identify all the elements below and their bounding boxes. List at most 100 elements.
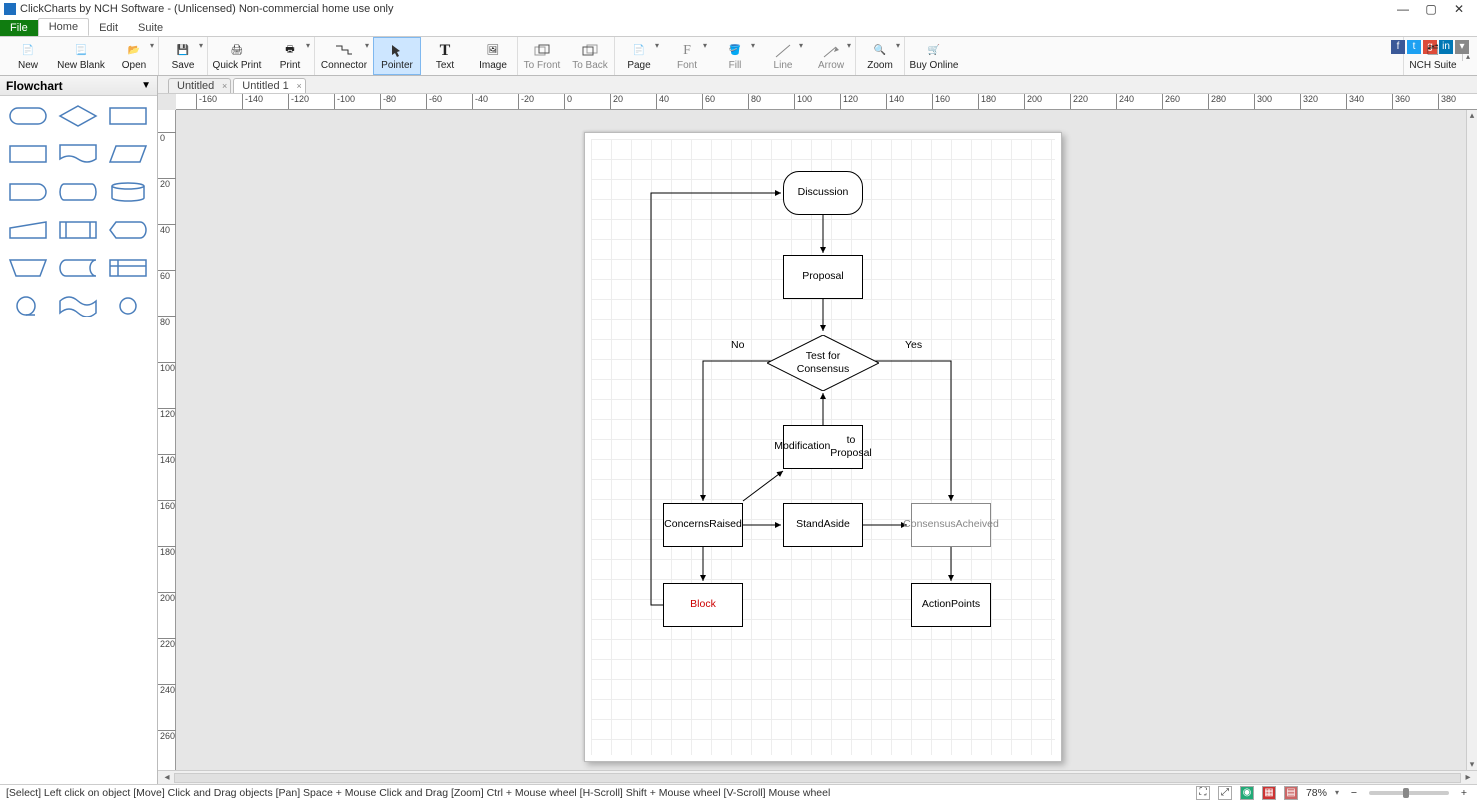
shape-card[interactable] xyxy=(6,140,50,168)
canvas-viewport[interactable]: Discussion Proposal Test forConsensus No… xyxy=(176,110,1466,770)
connector-button[interactable]: Connector▾ xyxy=(315,37,373,75)
status-bar: [Select] Left click on object [Move] Cli… xyxy=(0,784,1477,800)
zoom-slider[interactable] xyxy=(1369,791,1449,795)
close-icon[interactable]: × xyxy=(222,81,227,91)
shape-manual-op[interactable] xyxy=(6,254,50,282)
new-icon: 📄 xyxy=(18,42,38,60)
zoom-out-button[interactable]: − xyxy=(1347,787,1361,799)
status-icon-4[interactable]: ▦ xyxy=(1262,786,1276,800)
new-blank-button[interactable]: 📃New Blank xyxy=(52,37,110,75)
pointer-button[interactable]: Pointer xyxy=(373,37,421,75)
shape-sequential[interactable] xyxy=(6,292,50,320)
page-button[interactable]: 📄Page▾ xyxy=(615,37,663,75)
dropdown-icon[interactable]: ▾ xyxy=(845,41,853,50)
dropdown-icon[interactable]: ▾ xyxy=(701,41,709,50)
scrollbar-horizontal[interactable]: ◂ ▸ xyxy=(158,770,1477,784)
menu-home[interactable]: Home xyxy=(38,18,89,36)
shape-connector[interactable] xyxy=(106,292,150,320)
scroll-down-icon[interactable]: ▾ xyxy=(1467,759,1477,770)
shape-document[interactable] xyxy=(56,140,100,168)
node-modification[interactable]: Modificationto Proposal xyxy=(783,425,863,469)
shape-stored-data[interactable] xyxy=(56,254,100,282)
status-icon-1[interactable]: ⛶ xyxy=(1196,786,1210,800)
shape-direct-data[interactable] xyxy=(56,178,100,206)
print-button[interactable]: 🖶Print▾ xyxy=(266,37,314,75)
shape-process[interactable] xyxy=(106,102,150,130)
window-close[interactable]: ✕ xyxy=(1445,0,1473,18)
shape-tape[interactable] xyxy=(56,292,100,320)
node-test-consensus[interactable]: Test forConsensus xyxy=(767,335,879,391)
dropdown-icon[interactable]: ▾ xyxy=(148,41,156,50)
buy-online-button[interactable]: 🛒Buy Online xyxy=(905,37,963,75)
scroll-track[interactable] xyxy=(174,773,1461,783)
to-back-button[interactable]: To Back xyxy=(566,37,614,75)
dropdown-icon[interactable]: ▾ xyxy=(894,41,902,50)
zoom-button[interactable]: 🔍Zoom▾ xyxy=(856,37,904,75)
window-maximize[interactable]: ▢ xyxy=(1417,0,1445,18)
node-stand-aside[interactable]: StandAside xyxy=(783,503,863,547)
arrow-icon xyxy=(821,42,841,60)
ruler-horizontal: -160-140-120-100-80-60-40-20020406080100… xyxy=(176,94,1477,110)
image-button[interactable]: 🖼Image xyxy=(469,37,517,75)
doc-tab-untitled1[interactable]: Untitled 1× xyxy=(233,78,305,93)
dropdown-icon[interactable]: ▼ xyxy=(141,80,151,91)
arrow-button[interactable]: Arrow▾ xyxy=(807,37,855,75)
save-button[interactable]: 💾Save▾ xyxy=(159,37,207,75)
menu-file[interactable]: File xyxy=(0,20,38,36)
facebook-icon[interactable]: f xyxy=(1391,40,1405,54)
node-action-points[interactable]: ActionPoints xyxy=(911,583,991,627)
quick-print-button[interactable]: 🖨Quick Print xyxy=(208,37,266,75)
shape-terminator[interactable] xyxy=(6,102,50,130)
scroll-left-icon[interactable]: ◂ xyxy=(160,772,174,783)
dropdown-icon[interactable]: ▾ xyxy=(797,41,805,50)
fill-button[interactable]: 🪣Fill▾ xyxy=(711,37,759,75)
text-button[interactable]: TText xyxy=(421,37,469,75)
shape-decision[interactable] xyxy=(56,102,100,130)
shape-delay[interactable] xyxy=(6,178,50,206)
open-button[interactable]: 📂Open▾ xyxy=(110,37,158,75)
fill-icon: 🪣 xyxy=(725,42,745,60)
shape-manual-input[interactable] xyxy=(6,216,50,244)
dropdown-icon[interactable]: ▾ xyxy=(197,41,205,50)
node-consensus[interactable]: ConsensusAcheived xyxy=(911,503,991,547)
connector-icon xyxy=(334,42,354,60)
scrollbar-vertical[interactable]: ▴ ▾ xyxy=(1466,110,1477,770)
window-minimize[interactable]: — xyxy=(1389,0,1417,18)
menu-suite[interactable]: Suite xyxy=(128,20,173,36)
status-icon-2[interactable]: ⤢ xyxy=(1218,786,1232,800)
doc-tab-untitled[interactable]: Untitled× xyxy=(168,78,231,93)
status-hint: [Select] Left click on object [Move] Cli… xyxy=(6,787,830,799)
scroll-right-icon[interactable]: ▸ xyxy=(1461,772,1475,783)
new-button[interactable]: 📄New xyxy=(4,37,52,75)
zoom-in-button[interactable]: + xyxy=(1457,787,1471,799)
dropdown-icon[interactable]: ▾ xyxy=(363,41,371,50)
dropdown-icon[interactable]: ▾ xyxy=(304,41,312,50)
shape-display[interactable] xyxy=(106,216,150,244)
font-button[interactable]: FFont▾ xyxy=(663,37,711,75)
zoom-slider-knob[interactable] xyxy=(1403,788,1409,798)
node-proposal[interactable]: Proposal xyxy=(783,255,863,299)
close-icon[interactable]: × xyxy=(297,81,302,91)
print-icon: 🖶 xyxy=(280,42,300,60)
shape-internal-storage[interactable] xyxy=(106,254,150,282)
status-icon-3[interactable]: ◉ xyxy=(1240,786,1254,800)
menu-edit[interactable]: Edit xyxy=(89,20,128,36)
shape-database[interactable] xyxy=(106,178,150,206)
node-discussion[interactable]: Discussion xyxy=(783,171,863,215)
zoom-dropdown-icon[interactable]: ▾ xyxy=(1335,788,1339,797)
node-block[interactable]: Block xyxy=(663,583,743,627)
image-icon: 🖼 xyxy=(483,42,503,60)
line-button[interactable]: Line▾ xyxy=(759,37,807,75)
to-front-button[interactable]: To Front xyxy=(518,37,566,75)
label-no: No xyxy=(731,339,744,351)
page[interactable]: Discussion Proposal Test forConsensus No… xyxy=(584,132,1062,762)
nch-suite-button[interactable]: 🗂NCH Suite xyxy=(1404,37,1462,75)
dropdown-icon[interactable]: ▾ xyxy=(749,41,757,50)
node-concerns[interactable]: ConcernsRaised xyxy=(663,503,743,547)
shape-data[interactable] xyxy=(106,140,150,168)
shape-predef-process[interactable] xyxy=(56,216,100,244)
scroll-up-icon[interactable]: ▴ xyxy=(1467,110,1477,121)
dropdown-icon[interactable]: ▾ xyxy=(653,41,661,50)
status-icon-5[interactable]: ▤ xyxy=(1284,786,1298,800)
shape-panel-header[interactable]: Flowchart ▼ xyxy=(0,76,157,96)
